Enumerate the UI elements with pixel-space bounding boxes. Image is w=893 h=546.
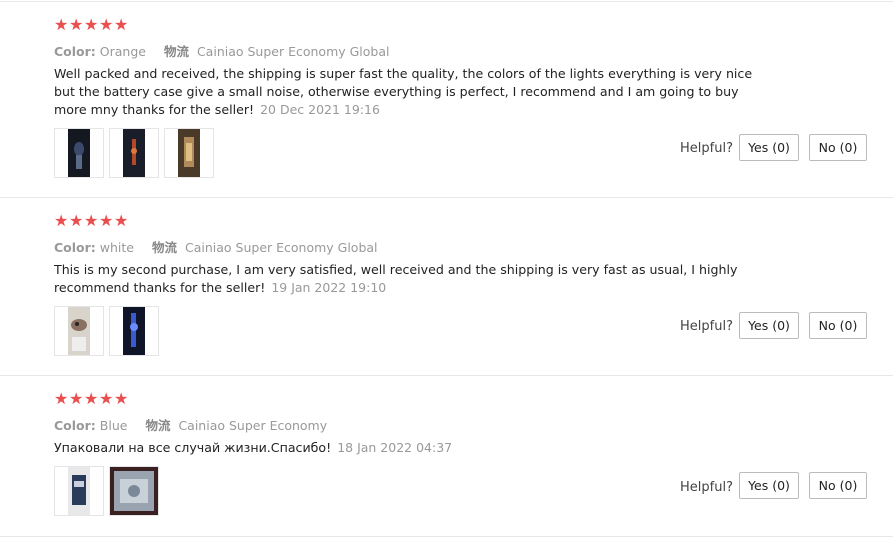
helpful-yes-button[interactable]: Yes (0)	[739, 312, 799, 339]
helpful-no-button[interactable]: No (0)	[809, 134, 867, 161]
review-date: 19 Jan 2022 19:10	[271, 280, 387, 295]
review-meta: Color: white 物流 Cainiao Super Economy Gl…	[54, 237, 378, 256]
review-meta: Color: Orange 物流 Cainiao Super Economy G…	[54, 41, 390, 60]
review-photo-thumbnail[interactable]	[109, 128, 159, 178]
review-date: 18 Jan 2022 04:37	[337, 440, 453, 455]
star-rating: ★ ★ ★ ★ ★	[54, 15, 129, 34]
review-item: ★ ★ ★ ★ ★ Color: white 物流 Cainiao Super …	[0, 198, 893, 376]
color-value: Orange	[99, 44, 146, 59]
star-icon: ★	[99, 211, 114, 230]
star-icon: ★	[114, 211, 129, 230]
star-icon: ★	[114, 389, 129, 408]
review-body: Well packed and received, the shipping i…	[54, 66, 753, 117]
star-icon: ★	[99, 15, 114, 34]
helpful-no-button[interactable]: No (0)	[809, 472, 867, 499]
helpful-label: Helpful?	[680, 319, 733, 334]
logistics-value: Cainiao Super Economy Global	[196, 44, 390, 59]
review-divider	[0, 536, 893, 537]
review-photo-thumbnail[interactable]	[164, 128, 214, 178]
helpful-label: Helpful?	[680, 141, 733, 156]
helpful-yes-button[interactable]: Yes (0)	[739, 472, 799, 499]
review-text: Well packed and received, the shipping i…	[54, 65, 774, 119]
review-photo-thumbnail[interactable]	[109, 466, 159, 516]
star-icon: ★	[69, 211, 84, 230]
review-photo-thumbnail[interactable]	[54, 466, 104, 516]
star-icon: ★	[84, 389, 99, 408]
review-item: ★ ★ ★ ★ ★ Color: Blue 物流 Cainiao Super E…	[0, 376, 893, 546]
star-rating: ★ ★ ★ ★ ★	[54, 211, 129, 230]
color-value: Blue	[99, 418, 128, 433]
star-icon: ★	[114, 15, 129, 34]
color-value: white	[99, 240, 134, 255]
helpful-label: Helpful?	[680, 480, 733, 495]
helpful-yes-button[interactable]: Yes (0)	[739, 134, 799, 161]
logistics-label: 物流	[145, 418, 171, 433]
review-text: Упаковали на все случай жизни.Спасибо! 1…	[54, 439, 774, 457]
star-icon: ★	[99, 389, 114, 408]
review-item: ★ ★ ★ ★ ★ Color: Orange 物流 Cainiao Super…	[0, 0, 893, 198]
star-icon: ★	[84, 211, 99, 230]
review-date: 20 Dec 2021 19:16	[260, 102, 380, 117]
logistics-value: Cainiao Super Economy	[178, 418, 328, 433]
color-label: Color:	[54, 418, 96, 433]
review-body: Упаковали на все случай жизни.Спасибо!	[54, 440, 332, 455]
review-photo-thumbnail[interactable]	[109, 306, 159, 356]
star-icon: ★	[54, 389, 69, 408]
color-label: Color:	[54, 240, 96, 255]
star-icon: ★	[54, 211, 69, 230]
review-meta: Color: Blue 物流 Cainiao Super Economy	[54, 415, 327, 434]
review-text: This is my second purchase, I am very sa…	[54, 261, 774, 297]
review-photo-thumbnail[interactable]	[54, 128, 104, 178]
logistics-label: 物流	[151, 240, 177, 255]
star-icon: ★	[69, 15, 84, 34]
logistics-label: 物流	[163, 44, 189, 59]
star-rating: ★ ★ ★ ★ ★	[54, 389, 129, 408]
star-icon: ★	[69, 389, 84, 408]
review-photo-thumbnail[interactable]	[54, 306, 104, 356]
helpful-no-button[interactable]: No (0)	[809, 312, 867, 339]
star-icon: ★	[54, 15, 69, 34]
review-body: This is my second purchase, I am very sa…	[54, 262, 738, 295]
logistics-value: Cainiao Super Economy Global	[184, 240, 378, 255]
color-label: Color:	[54, 44, 96, 59]
star-icon: ★	[84, 15, 99, 34]
